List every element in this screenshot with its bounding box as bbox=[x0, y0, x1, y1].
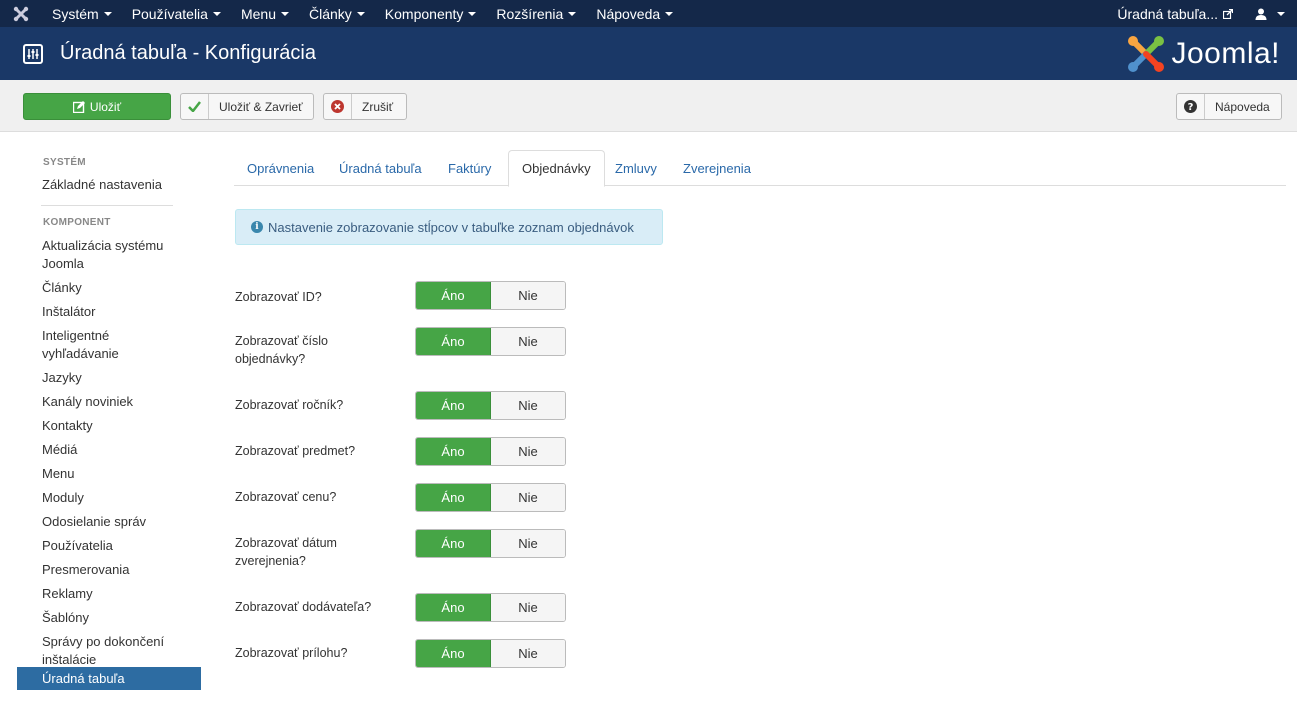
caret-down-icon bbox=[212, 11, 221, 16]
sidebar-item-global-config[interactable]: Základné nastavenia bbox=[17, 176, 201, 194]
save-button[interactable]: Uložiť bbox=[23, 93, 171, 120]
joomla-brand-text: Joomla! bbox=[1171, 36, 1280, 70]
main-menu: Systém Používatelia Menu Články Komponen… bbox=[42, 0, 683, 27]
toggle-switch: Áno Nie bbox=[415, 639, 566, 668]
menu-content[interactable]: Články bbox=[299, 0, 375, 27]
toggle-no[interactable]: Nie bbox=[491, 594, 565, 621]
sidebar-item-active[interactable]: Úradná tabuľa bbox=[17, 667, 201, 690]
info-alert: i Nastavenie zobrazovanie stĺpcov v tabu… bbox=[235, 209, 663, 245]
sidebar-item[interactable]: Jazyky bbox=[17, 369, 201, 393]
menu-users[interactable]: Používatelia bbox=[122, 0, 231, 27]
sidebar-item[interactable]: Moduly bbox=[17, 489, 201, 513]
topnav-right: Úradná tabuľa... bbox=[1117, 0, 1297, 27]
sidebar-item[interactable]: Kontakty bbox=[17, 417, 201, 441]
caret-down-icon bbox=[468, 11, 477, 16]
sidebar-item[interactable]: Správy po dokončení inštalácie bbox=[17, 633, 167, 667]
joomla-brand: Joomla! bbox=[1127, 35, 1280, 73]
user-menu[interactable] bbox=[1255, 8, 1297, 20]
sidebar-item[interactable]: Médiá bbox=[17, 441, 201, 465]
page-header: Úradná tabuľa - Konfigurácia Joomla! bbox=[0, 27, 1297, 80]
caret-down-icon bbox=[1277, 11, 1285, 16]
toggle-yes[interactable]: Áno bbox=[416, 594, 491, 621]
check-icon bbox=[181, 94, 209, 119]
toggle-yes[interactable]: Áno bbox=[416, 438, 491, 465]
toggle-switch: Áno Nie bbox=[415, 281, 566, 310]
caret-down-icon bbox=[281, 11, 289, 16]
options-icon bbox=[23, 43, 43, 64]
sidebar-heading-component: KOMPONENT bbox=[43, 217, 111, 228]
page-title: Úradná tabuľa - Konfigurácia bbox=[60, 42, 316, 64]
sidebar-item[interactable]: Šablóny bbox=[17, 609, 201, 633]
toggle-no[interactable]: Nie bbox=[491, 392, 565, 419]
user-icon bbox=[1255, 8, 1267, 20]
toggle-no[interactable]: Nie bbox=[491, 484, 565, 511]
toggle-switch: Áno Nie bbox=[415, 391, 566, 420]
joomla-brand-icon bbox=[1128, 35, 1165, 72]
toggle-no[interactable]: Nie bbox=[491, 282, 565, 309]
sidebar-item[interactable]: Inštalátor bbox=[17, 303, 201, 327]
caret-down-icon bbox=[568, 11, 577, 16]
menu-extensions[interactable]: Rozšírenia bbox=[486, 0, 586, 27]
sidebar-item[interactable]: Aktualizácia systému Joomla bbox=[17, 237, 167, 279]
site-preview-link[interactable]: Úradná tabuľa... bbox=[1117, 6, 1255, 22]
sidebar-item[interactable]: Články bbox=[17, 279, 201, 303]
sidebar: SYSTÉM Základné nastavenia KOMPONENT Akt… bbox=[17, 150, 201, 690]
external-link-icon bbox=[1223, 8, 1233, 19]
sidebar-component-list: Aktualizácia systému Joomla Články Inšta… bbox=[17, 237, 201, 690]
menu-help[interactable]: Nápoveda bbox=[586, 0, 683, 27]
toggle-yes[interactable]: Áno bbox=[416, 282, 491, 309]
toolbar: Uložiť Uložiť & Zavrieť Zrušiť ? Nápoved… bbox=[0, 80, 1297, 132]
toggle-yes[interactable]: Áno bbox=[416, 530, 491, 557]
info-icon: i bbox=[251, 221, 263, 233]
svg-text:?: ? bbox=[1188, 102, 1194, 113]
menu-system[interactable]: Systém bbox=[42, 0, 122, 27]
save-close-button[interactable]: Uložiť & Zavrieť bbox=[180, 93, 314, 120]
help-button[interactable]: ? Nápoveda bbox=[1176, 93, 1282, 120]
edit-icon bbox=[72, 94, 85, 119]
question-icon: ? bbox=[1177, 94, 1205, 119]
toggle-switch: Áno Nie bbox=[415, 327, 566, 356]
toggle-no[interactable]: Nie bbox=[491, 640, 565, 667]
sidebar-item[interactable]: Reklamy bbox=[17, 585, 201, 609]
sidebar-item[interactable]: Presmerovania bbox=[17, 561, 201, 585]
sidebar-item[interactable]: Inteligentné vyhľadávanie bbox=[17, 327, 127, 369]
caret-down-icon bbox=[103, 11, 112, 16]
toggle-switch: Áno Nie bbox=[415, 437, 566, 466]
menu-menus[interactable]: Menu bbox=[231, 0, 299, 27]
caret-down-icon bbox=[665, 11, 674, 16]
tab-orders[interactable]: Objednávky bbox=[508, 150, 605, 187]
tab-publications[interactable]: Zverejnenia bbox=[670, 150, 764, 186]
toggle-yes[interactable]: Áno bbox=[416, 392, 491, 419]
sidebar-item[interactable]: Menu bbox=[17, 465, 201, 489]
tab-board[interactable]: Úradná tabuľa bbox=[326, 150, 435, 186]
toggle-no[interactable]: Nie bbox=[491, 438, 565, 465]
toggle-switch: Áno Nie bbox=[415, 529, 566, 558]
cancel-circle-icon bbox=[324, 94, 352, 119]
toggle-switch: Áno Nie bbox=[415, 483, 566, 512]
sidebar-divider bbox=[41, 205, 173, 206]
cancel-button[interactable]: Zrušiť bbox=[323, 93, 407, 120]
top-navbar: Systém Používatelia Menu Články Komponen… bbox=[0, 0, 1297, 27]
config-tabs: Oprávnenia Úradná tabuľa Faktúry Objedná… bbox=[234, 150, 1286, 187]
toggle-no[interactable]: Nie bbox=[491, 328, 565, 355]
toggle-switch: Áno Nie bbox=[415, 593, 566, 622]
toggle-yes[interactable]: Áno bbox=[416, 640, 491, 667]
tab-invoices[interactable]: Faktúry bbox=[435, 150, 504, 186]
sidebar-item[interactable]: Odosielanie správ bbox=[17, 513, 201, 537]
toggle-yes[interactable]: Áno bbox=[416, 328, 491, 355]
sidebar-item[interactable]: Kanály noviniek bbox=[17, 393, 201, 417]
sidebar-item[interactable]: Používatelia bbox=[17, 537, 201, 561]
toggle-yes[interactable]: Áno bbox=[416, 484, 491, 511]
caret-down-icon bbox=[356, 11, 365, 16]
menu-components[interactable]: Komponenty bbox=[375, 0, 487, 27]
tab-permissions[interactable]: Oprávnenia bbox=[234, 150, 327, 186]
toggle-no[interactable]: Nie bbox=[491, 530, 565, 557]
sidebar-heading-system: SYSTÉM bbox=[43, 157, 86, 168]
tab-contracts[interactable]: Zmluvy bbox=[602, 150, 670, 186]
joomla-logo-icon[interactable] bbox=[0, 0, 42, 27]
